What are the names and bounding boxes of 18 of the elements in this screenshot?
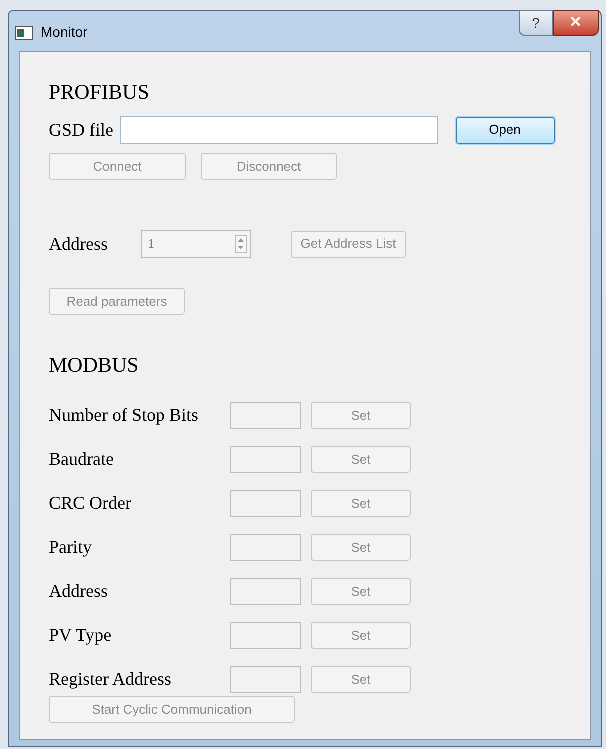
section-heading: MODBUS <box>49 355 140 376</box>
field-label: Parity <box>49 536 93 559</box>
field-label: GSD file <box>49 118 114 142</box>
close-button[interactable]: ✕ <box>553 10 599 36</box>
field-label: Register Address <box>49 668 172 691</box>
field-label: Address <box>49 232 109 256</box>
open-button[interactable]: Open <box>456 116 554 144</box>
field-label: Number of Stop Bits <box>49 404 200 427</box>
field-label: Baudrate <box>49 448 115 471</box>
spin-arrows-icon <box>235 235 247 253</box>
app-icon <box>15 26 33 40</box>
window-title: Monitor <box>41 23 88 42</box>
field-label: Address <box>49 580 109 603</box>
gsd-file-field[interactable] <box>120 116 438 144</box>
field-label: PV Type <box>49 624 113 647</box>
section-heading: PROFIBUS <box>49 82 150 103</box>
help-button[interactable]: ? <box>519 10 553 36</box>
field-label: CRC Order <box>49 492 132 515</box>
